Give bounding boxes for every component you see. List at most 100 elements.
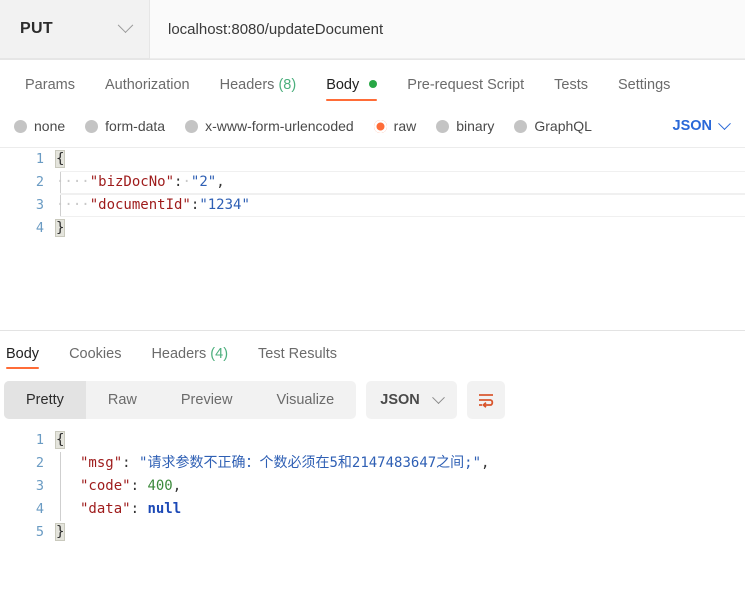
request-body-editor[interactable]: 1 { 2 ····"bizDocNo":·"2", 3 ····"docume…: [0, 147, 745, 317]
json-key: "bizDocNo": [89, 174, 175, 190]
response-body-editor[interactable]: 1 { 2 "msg": "请求参数不正确：个数必须在5和2147483647之…: [0, 429, 745, 565]
whitespace-dots: ····: [56, 174, 90, 190]
radio-icon: [514, 119, 528, 133]
response-toolbar: Pretty Raw Preview Visualize JSON: [4, 373, 741, 429]
response-tab-cookies[interactable]: Cookies: [54, 340, 136, 373]
response-tab-headers[interactable]: Headers (4): [136, 340, 243, 373]
json-comma: ,: [216, 174, 225, 190]
code-content: "code": 400,: [56, 475, 181, 498]
whitespace-dots: ·: [182, 174, 191, 190]
body-type-none[interactable]: none: [14, 118, 65, 134]
http-method-select[interactable]: PUT: [0, 0, 150, 59]
code-line: 3 ····"documentId":"1234": [0, 194, 745, 217]
code-line: 1 {: [0, 429, 745, 452]
json-key: "msg": [80, 455, 123, 471]
code-content: }: [54, 217, 66, 240]
radio-icon: [185, 119, 199, 133]
json-colon: :: [130, 478, 140, 494]
code-line: 2 "msg": "请求参数不正确：个数必须在5和2147483647之间;",: [0, 452, 745, 475]
json-comma: ,: [481, 455, 490, 471]
tab-settings[interactable]: Settings: [603, 71, 685, 105]
tab-params[interactable]: Params: [10, 71, 90, 105]
radio-icon: [436, 119, 450, 133]
body-type-binary[interactable]: binary: [436, 118, 494, 134]
http-method-label: PUT: [20, 20, 53, 37]
request-url-input[interactable]: localhost:8080/updateDocument: [150, 0, 745, 59]
body-type-graphql[interactable]: GraphQL: [514, 118, 592, 134]
response-format-select[interactable]: JSON: [366, 381, 457, 419]
body-type-row: none form-data x-www-form-urlencoded raw…: [0, 105, 745, 147]
code-line: 5 }: [0, 521, 745, 544]
whitespace-dots: ····: [56, 197, 90, 213]
json-value: null: [147, 501, 182, 517]
code-line: 2 ····"bizDocNo":·"2",: [0, 171, 745, 194]
json-value: 400: [147, 478, 173, 494]
code-line: 4 "data": null: [0, 498, 745, 521]
chevron-down-icon: [117, 16, 134, 33]
json-value: "1234": [199, 197, 250, 213]
json-value: "请求参数不正确：个数必须在5和2147483647之间;": [139, 455, 482, 471]
line-number: 3: [35, 478, 44, 494]
brace-close: }: [54, 219, 66, 237]
brace-open: {: [54, 431, 66, 449]
code-content: }: [54, 521, 66, 544]
json-key: "documentId": [89, 197, 191, 213]
code-content: "msg": "请求参数不正确：个数必须在5和2147483647之间;",: [56, 452, 489, 475]
tab-body[interactable]: Body: [311, 71, 392, 105]
response-tab-body[interactable]: Body: [4, 340, 54, 373]
tab-pre-request-script[interactable]: Pre-request Script: [392, 71, 539, 105]
code-line: 1 {: [0, 148, 745, 171]
radio-icon: [85, 119, 99, 133]
json-key: "data": [80, 501, 131, 517]
word-wrap-button[interactable]: [466, 381, 505, 419]
word-wrap-icon: [478, 394, 493, 408]
code-content: "data": null: [56, 498, 181, 521]
line-number: 3: [35, 197, 44, 213]
response-tab-test-results[interactable]: Test Results: [243, 340, 352, 373]
response-headers-count: (4): [210, 346, 229, 362]
brace-open: {: [54, 150, 66, 168]
line-number: 1: [35, 151, 44, 167]
response-tab-bar: Body Cookies Headers (4) Test Results: [4, 331, 741, 373]
line-number: 4: [35, 501, 44, 517]
request-url-bar: PUT localhost:8080/updateDocument: [0, 0, 745, 60]
code-line: 3 "code": 400,: [0, 475, 745, 498]
json-comma: ,: [172, 478, 182, 494]
code-content: {: [54, 429, 66, 452]
request-tab-bar: Params Authorization Headers (8) Body Pr…: [0, 60, 745, 105]
code-content: ····"bizDocNo":·"2",: [56, 171, 225, 194]
response-view-mode-group: Pretty Raw Preview Visualize: [4, 381, 357, 419]
view-mode-preview[interactable]: Preview: [159, 381, 255, 419]
tab-authorization[interactable]: Authorization: [90, 71, 205, 105]
raw-format-label: JSON: [672, 118, 713, 134]
json-key: "code": [80, 478, 131, 494]
raw-format-select[interactable]: JSON: [672, 116, 732, 134]
code-line: 4 }: [0, 217, 745, 240]
response-format-label: JSON: [380, 392, 420, 408]
view-mode-pretty[interactable]: Pretty: [4, 381, 86, 419]
radio-icon: [14, 119, 27, 133]
line-number: 4: [35, 220, 44, 236]
view-mode-raw[interactable]: Raw: [86, 381, 159, 419]
json-colon: :: [122, 455, 131, 471]
tab-tests[interactable]: Tests: [539, 71, 603, 105]
chevron-down-icon: [431, 390, 445, 404]
body-type-raw[interactable]: raw: [373, 118, 416, 134]
code-content: {: [54, 148, 66, 171]
code-content: ····"documentId":"1234": [56, 194, 250, 217]
tab-headers[interactable]: Headers (8): [205, 71, 312, 105]
line-number: 2: [35, 174, 44, 190]
headers-count: (8): [278, 77, 297, 93]
line-number: 5: [35, 524, 44, 540]
green-status-dot: [369, 80, 378, 88]
json-value: "2": [190, 174, 217, 190]
response-section: Body Cookies Headers (4) Test Results Pr…: [0, 331, 745, 429]
line-number: 2: [35, 455, 44, 471]
body-type-urlencoded[interactable]: x-www-form-urlencoded: [185, 118, 354, 134]
json-colon: :: [130, 501, 140, 517]
view-mode-visualize[interactable]: Visualize: [254, 381, 356, 419]
body-type-form-data[interactable]: form-data: [85, 118, 165, 134]
line-number: 1: [35, 432, 44, 448]
chevron-down-icon: [718, 116, 731, 130]
brace-close: }: [54, 523, 66, 541]
